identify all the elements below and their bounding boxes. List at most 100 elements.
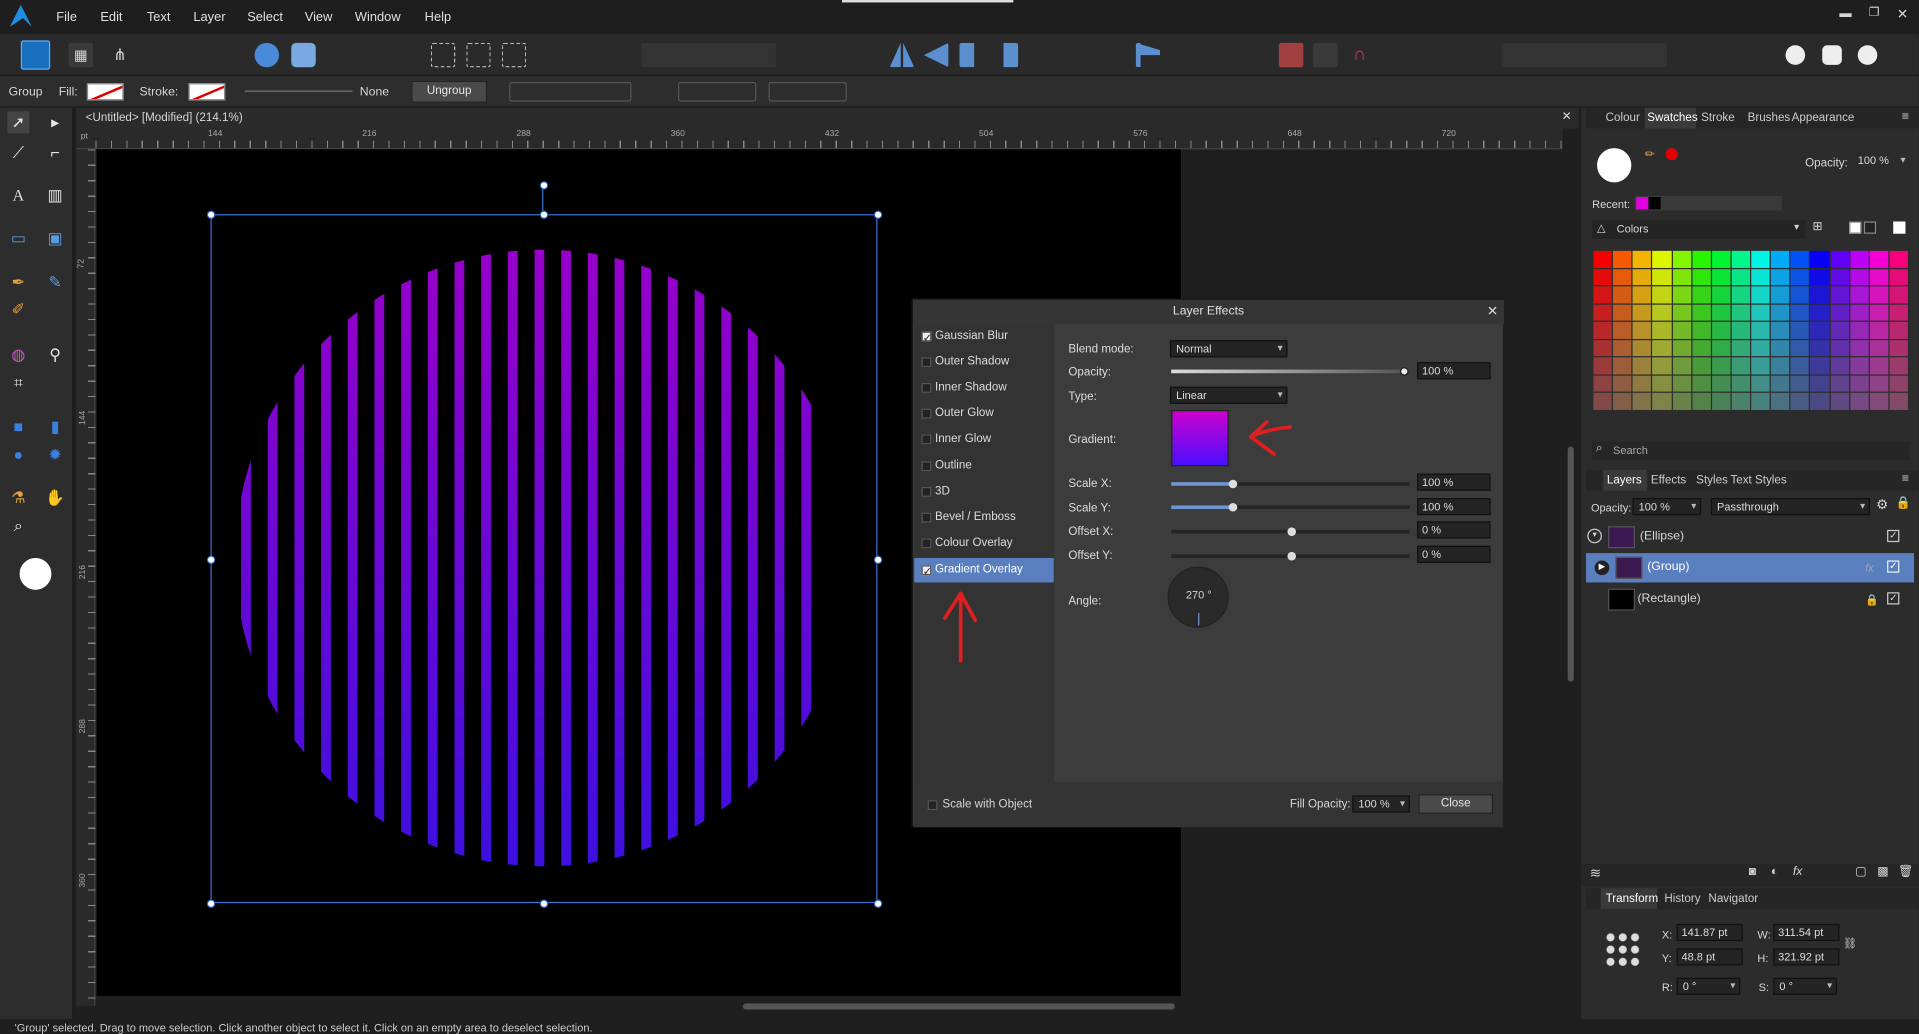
snap-toggle-icon[interactable] — [1313, 42, 1338, 68]
align-icon[interactable] — [1135, 42, 1161, 68]
color-swatch[interactable] — [1692, 250, 1711, 268]
distribute-controls[interactable] — [768, 81, 847, 102]
color-swatch[interactable] — [1731, 393, 1751, 410]
color-swatch[interactable] — [1849, 375, 1869, 393]
anchor-selector[interactable] — [1604, 931, 1642, 968]
eye-icon[interactable]: ▾ — [1587, 528, 1602, 544]
color-swatch[interactable] — [1770, 304, 1790, 321]
color-swatch[interactable] — [1672, 393, 1691, 410]
color-swatch[interactable] — [1652, 304, 1672, 321]
scale-x-field[interactable]: 100 % — [1417, 473, 1491, 491]
stroke-width-slider[interactable] — [244, 90, 353, 92]
offset-y-slider[interactable] — [1171, 551, 1410, 561]
color-swatch[interactable] — [1692, 286, 1711, 304]
y-field[interactable]: 48.8 pt — [1676, 948, 1743, 966]
color-swatch[interactable] — [1830, 357, 1849, 375]
color-swatch[interactable] — [1830, 304, 1849, 321]
document-tab[interactable]: <Untitled> [Modified] (214.1%) ✕ — [75, 107, 1579, 129]
color-swatch[interactable] — [1711, 393, 1731, 410]
offset-x-slider[interactable] — [1171, 527, 1410, 536]
align-controls[interactable] — [677, 81, 757, 102]
add-pixel-layer-icon[interactable]: ▩ — [1877, 865, 1889, 878]
color-swatch[interactable] — [1632, 322, 1652, 339]
color-swatch[interactable] — [1593, 268, 1612, 286]
color-swatch[interactable] — [1613, 357, 1632, 375]
color-swatch[interactable] — [1613, 304, 1632, 321]
color-swatch[interactable] — [1593, 250, 1612, 268]
layers-stack-icon[interactable]: ≋ — [1590, 865, 1601, 881]
tab-navigator[interactable]: Navigator — [1708, 892, 1758, 905]
black-swatch[interactable] — [1863, 221, 1877, 234]
fill-stroke-selector-icon[interactable] — [1597, 148, 1632, 183]
opacity-slider[interactable] — [1171, 367, 1409, 376]
artistic-text-icon[interactable]: A — [7, 185, 29, 207]
flip-horizontal-icon[interactable] — [889, 42, 915, 68]
arrange-icon-3[interactable] — [501, 42, 527, 68]
white-swatch[interactable] — [1893, 221, 1906, 234]
color-swatch[interactable] — [1613, 268, 1632, 286]
color-swatch[interactable] — [1632, 339, 1652, 357]
recent-swatch[interactable] — [1636, 197, 1649, 210]
color-swatch[interactable] — [1731, 268, 1751, 286]
export-persona-icon[interactable]: ⋔ — [108, 43, 132, 67]
color-swatch[interactable] — [1849, 250, 1869, 268]
swatch-search[interactable]: ⌕ Search — [1592, 441, 1910, 461]
color-swatch[interactable] — [1869, 393, 1889, 410]
color-swatch[interactable] — [1652, 339, 1672, 357]
tab-layers[interactable]: Layers — [1607, 474, 1642, 487]
x-field[interactable]: 141.87 pt — [1676, 923, 1743, 942]
color-swatch[interactable] — [1672, 250, 1691, 268]
pencil-tool-icon[interactable]: ✎ — [44, 272, 66, 294]
color-swatch[interactable] — [1810, 357, 1829, 375]
panel-menu-icon[interactable]: ≡ — [1902, 110, 1909, 123]
layer-row[interactable]: ▶ (Group) fx ✓ — [1586, 553, 1915, 583]
layer-row[interactable]: ▾ (Ellipse) ✓ — [1586, 522, 1915, 552]
color-swatch[interactable] — [1593, 322, 1612, 339]
effect-checkbox[interactable] — [921, 512, 932, 523]
menu-layer[interactable]: Layer — [193, 10, 225, 25]
color-swatch[interactable] — [1632, 393, 1652, 410]
color-swatch[interactable] — [1790, 393, 1810, 410]
cog-tool-icon[interactable]: ✹ — [44, 444, 66, 466]
colour-opacity-select[interactable]: 100 % — [1852, 152, 1910, 171]
pen-tool-icon[interactable]: ✒ — [7, 272, 29, 294]
recent-swatch[interactable] — [1648, 197, 1661, 210]
expand-icon[interactable]: ▶ — [1594, 560, 1610, 576]
tab-effects[interactable]: Effects — [1651, 474, 1686, 487]
color-swatch[interactable] — [1613, 286, 1632, 304]
color-swatch[interactable] — [1810, 286, 1829, 304]
effect-checkbox[interactable] — [921, 383, 932, 393]
color-swatch[interactable] — [1790, 268, 1810, 286]
color-swatch[interactable] — [1593, 304, 1612, 321]
effect-gaussian-blur[interactable]: Gaussian Blur — [914, 324, 1054, 350]
rotation-handle[interactable] — [539, 180, 548, 190]
effect-outer-shadow[interactable]: Outer Shadow — [914, 350, 1054, 374]
gradient-swatch[interactable] — [1171, 409, 1229, 467]
color-swatch[interactable] — [1711, 322, 1731, 339]
vertical-scrollbar[interactable] — [1567, 446, 1574, 682]
effect-colour-overlay[interactable]: Colour Overlay — [914, 531, 1054, 555]
effect-3d[interactable]: 3D — [914, 480, 1054, 504]
resize-handle-tr[interactable] — [873, 209, 882, 219]
menu-help[interactable]: Help — [425, 10, 451, 25]
stroke-swatch[interactable] — [188, 83, 226, 101]
fill-opacity-select[interactable]: 100 % — [1352, 795, 1410, 813]
color-swatch[interactable] — [1751, 322, 1770, 339]
resize-handle-mr[interactable] — [873, 554, 882, 564]
color-swatch[interactable] — [1711, 375, 1731, 393]
color-swatch[interactable] — [1692, 322, 1711, 339]
tab-styles[interactable]: Styles — [1696, 474, 1728, 487]
color-swatch[interactable] — [1613, 339, 1632, 357]
color-swatch[interactable] — [1849, 393, 1869, 410]
color-swatch[interactable] — [1790, 250, 1810, 268]
offset-y-field[interactable]: 0 % — [1417, 545, 1491, 563]
adjustment-icon[interactable]: ◐ — [1771, 865, 1778, 878]
angle-dial[interactable]: 270 ° — [1167, 566, 1229, 628]
color-swatch[interactable] — [1652, 322, 1672, 339]
color-swatch[interactable] — [1751, 250, 1770, 268]
visibility-checkbox[interactable]: ✓ — [1887, 560, 1900, 573]
color-picker-icon[interactable]: ⚗ — [7, 487, 29, 509]
color-swatch[interactable] — [1889, 250, 1908, 268]
color-swatch[interactable] — [1613, 393, 1632, 410]
color-swatch[interactable] — [1593, 375, 1612, 393]
